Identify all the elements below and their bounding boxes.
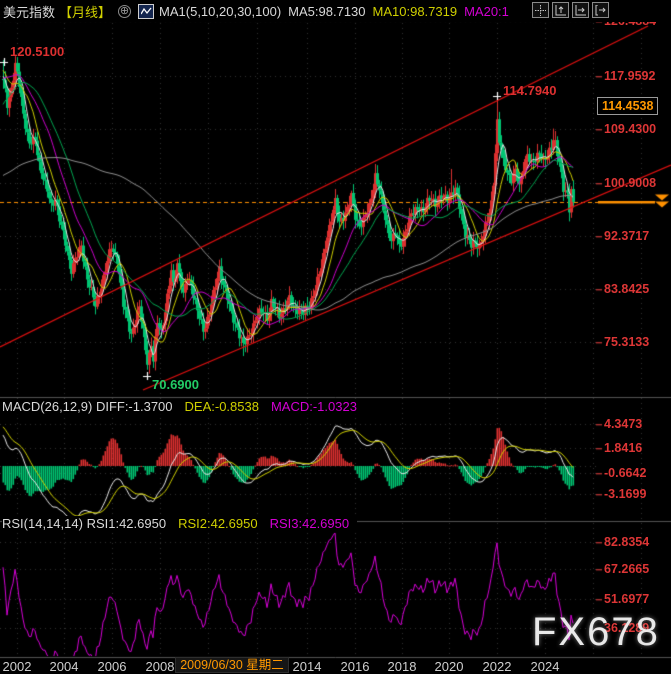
annotation-all-time-low: 70.6900 bbox=[152, 377, 199, 392]
pan-move-icon[interactable] bbox=[532, 2, 549, 18]
rsi2-value: RSI2:42.6950 bbox=[178, 516, 258, 531]
time-axis-label: 2016 bbox=[341, 659, 370, 674]
time-axis-label: 2018 bbox=[388, 659, 417, 674]
time-axis-label: 2024 bbox=[531, 659, 560, 674]
expand-right-icon[interactable] bbox=[592, 2, 609, 18]
time-axis-label: 2022 bbox=[483, 659, 512, 674]
ma10-value: MA10:98.7319 bbox=[373, 4, 458, 19]
price-axis-label: 75.3133 bbox=[604, 335, 649, 349]
chart-type-icon[interactable] bbox=[138, 4, 154, 19]
time-axis-label: 2006 bbox=[98, 659, 127, 674]
rsi-axis-label: 82.8354 bbox=[604, 535, 649, 549]
rsi3-value: RSI3:42.6950 bbox=[270, 516, 350, 531]
macd-macd-value: MACD:-1.0323 bbox=[271, 399, 357, 414]
rsi-axis-label: 67.2665 bbox=[604, 562, 649, 576]
price-axis-label: 100.9008 bbox=[604, 176, 656, 190]
time-axis-label: 2004 bbox=[50, 659, 79, 674]
price-axis-label: 92.3717 bbox=[604, 229, 649, 243]
add-indicator-icon[interactable]: ⊕ bbox=[118, 5, 131, 18]
time-axis-label: 2020 bbox=[435, 659, 464, 674]
time-axis-label: 2008 bbox=[146, 659, 175, 674]
chart-application-window: 美元指数 【月线】 ⊕ MA1(5,10,20,30,100) MA5:98.7… bbox=[0, 0, 671, 674]
chart-toolbar bbox=[532, 2, 609, 18]
crosshair-date-readout: 2009/06/30 星期二 bbox=[175, 657, 289, 673]
symbol-title: 美元指数 bbox=[3, 2, 55, 21]
macd-axis-label: 1.8416 bbox=[604, 441, 642, 455]
time-axis-label: 2014 bbox=[293, 659, 322, 674]
ma5-value: MA5:98.7130 bbox=[288, 4, 365, 19]
price-axis-label: 109.4300 bbox=[604, 122, 656, 136]
rsi-indicator-row: RSI(14,14,14) RSI1:42.6950 RSI2:42.6950 … bbox=[2, 516, 357, 531]
annotation-2022-high: 114.7940 bbox=[503, 83, 557, 98]
macd-axis-label: -0.6642 bbox=[604, 466, 646, 480]
annotation-all-time-high: 120.5100 bbox=[10, 44, 64, 59]
macd-dea-value: DEA:-0.8538 bbox=[185, 399, 259, 414]
rsi-axis-label: 51.6977 bbox=[604, 592, 649, 606]
ma-group-label: MA1(5,10,20,30,100) bbox=[159, 4, 281, 19]
period-selector[interactable]: 【月线】 bbox=[59, 2, 111, 21]
chart-canvas[interactable] bbox=[0, 0, 671, 674]
rsi-axis-label: 36.1289 bbox=[604, 621, 649, 635]
rsi-name-label: RSI(14,14,14) RSI1:42.6950 bbox=[2, 516, 166, 531]
time-axis-label: 2002 bbox=[3, 659, 32, 674]
macd-axis-label: 4.3473 bbox=[604, 417, 642, 431]
macd-axis-label: -3.1699 bbox=[604, 487, 646, 501]
price-axis-label: 83.8425 bbox=[604, 282, 649, 296]
zoom-vertical-icon[interactable] bbox=[552, 2, 569, 18]
ma20-value: MA20:1 bbox=[464, 4, 509, 19]
price-axis-label: 117.9592 bbox=[604, 69, 655, 83]
zoom-horizontal-icon[interactable] bbox=[572, 2, 589, 18]
macd-indicator-row: MACD(26,12,9) DIFF:-1.3700 DEA:-0.8538 M… bbox=[2, 399, 365, 414]
macd-name-label: MACD(26,12,9) DIFF:-1.3700 bbox=[2, 399, 173, 414]
price-axis-highlight-label: 114.4538 bbox=[597, 97, 658, 115]
